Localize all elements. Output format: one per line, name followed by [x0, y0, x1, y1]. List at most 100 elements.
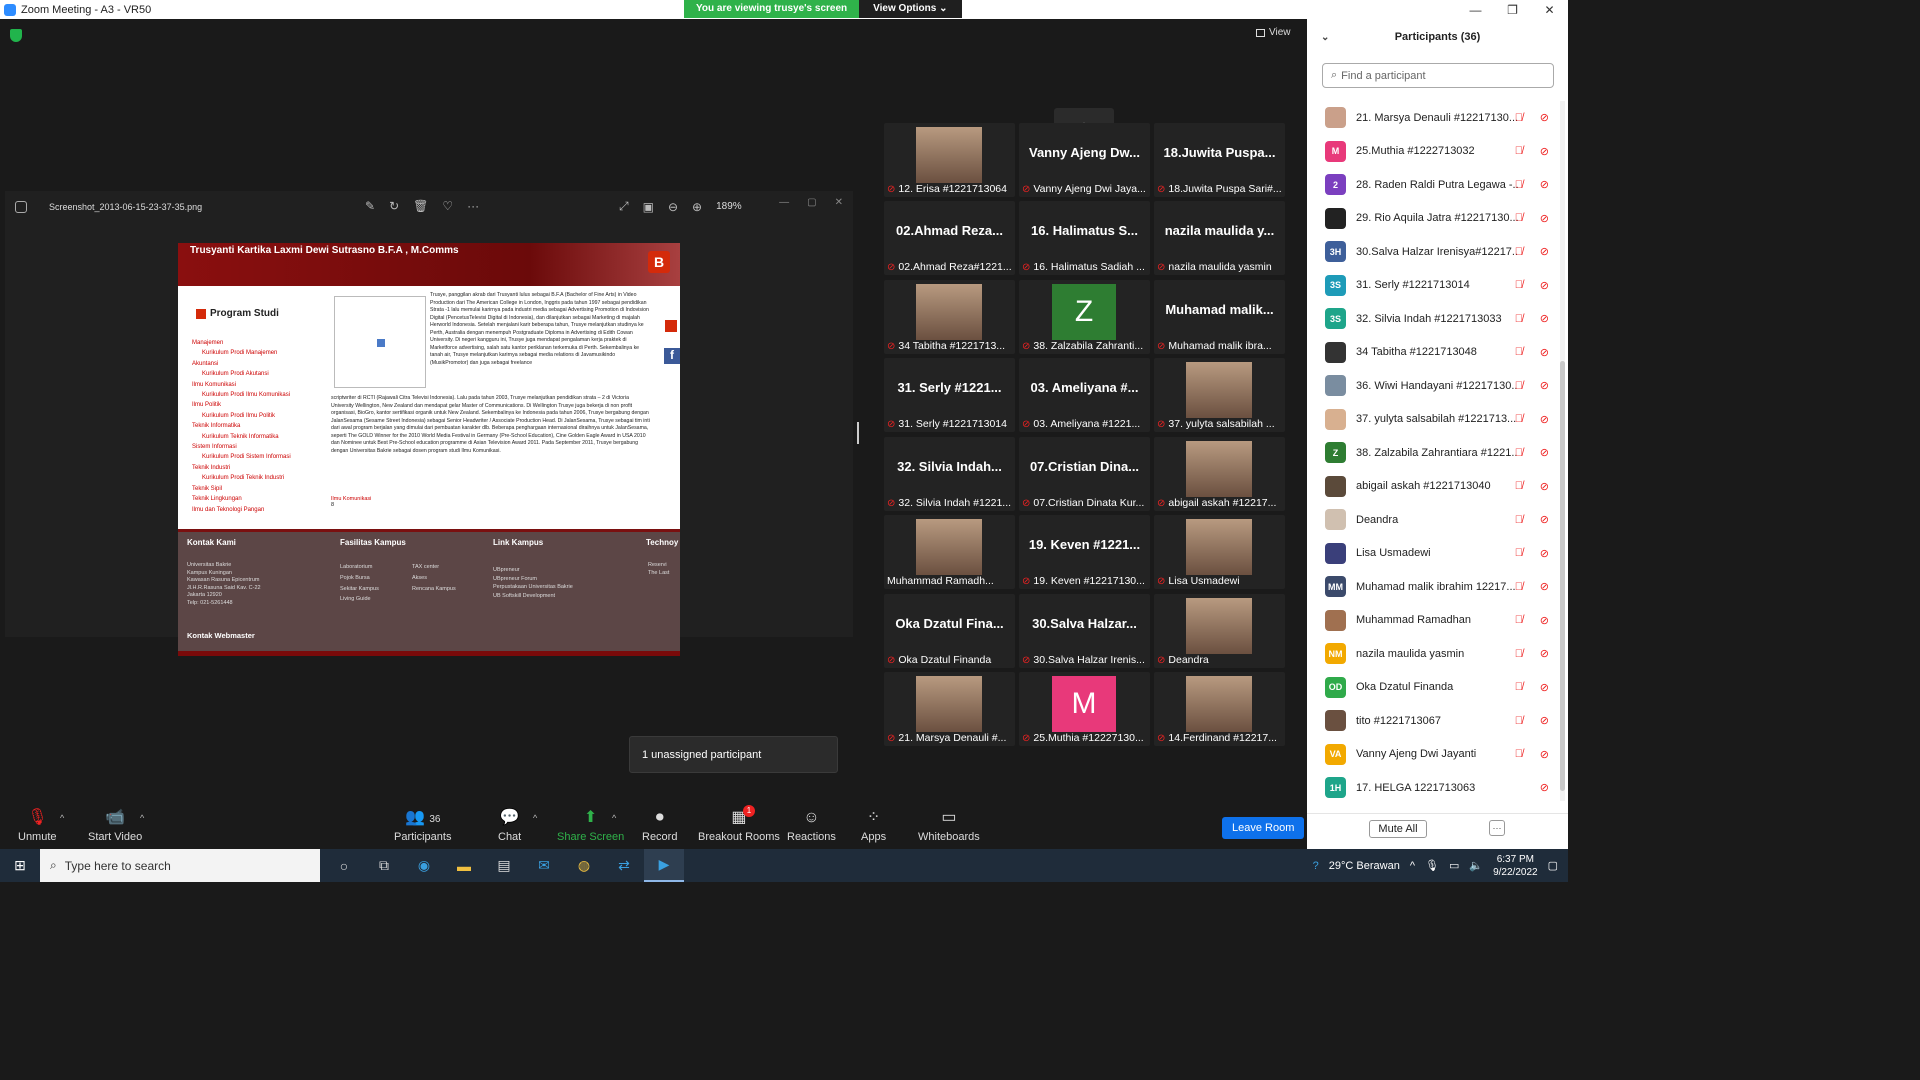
weather-widget[interactable]: 29°C Berawan	[1329, 860, 1400, 872]
links-item[interactable]: Perpustakaan Universitas Bakrie	[493, 583, 573, 592]
rotate-icon[interactable]: ↻	[389, 199, 399, 213]
participant-row[interactable]: Muhammad Ramadhan 🎙̸ ⊘	[1307, 604, 1555, 638]
split-view-handle[interactable]	[857, 422, 859, 444]
notifications-icon[interactable]: ▢	[1548, 859, 1558, 872]
file-explorer-icon[interactable]: ▬	[444, 849, 484, 882]
participant-video-tile[interactable]: Muhammad Ramadh...	[884, 515, 1015, 589]
taskbar-search-box[interactable]: ⌕ Type here to search	[40, 849, 320, 882]
program-item[interactable]: Ilmu Politik	[192, 400, 291, 410]
participant-video-tile[interactable]: 03. Ameliyana #... ⊘ 03. Ameliyana #1221..…	[1019, 358, 1150, 432]
fas-b-item[interactable]: TAX center	[412, 562, 456, 573]
more-icon[interactable]: ···	[467, 199, 479, 213]
participant-video-tile[interactable]: M ⊘ 25.Muthia #12227130...	[1019, 672, 1150, 746]
zoom-out-icon[interactable]: ⊖	[668, 200, 678, 214]
kontak-lines-item[interactable]: Jakarta 12920	[187, 592, 261, 600]
participant-row[interactable]: 29. Rio Aquila Jatra #12217130... 🎙̸ ⊘	[1307, 202, 1555, 236]
participant-row[interactable]: M 25.Muthia #1222713032 🎙̸ ⊘	[1307, 135, 1555, 169]
fas-a-item[interactable]: Sekitar Kampus	[340, 584, 379, 595]
edit-icon[interactable]: ✎	[365, 199, 375, 213]
program-item[interactable]: Teknik Informatika	[192, 421, 291, 431]
participant-video-tile[interactable]: 07.Cristian Dina... ⊘ 07.Cristian Dinata K…	[1019, 437, 1150, 511]
participant-row[interactable]: 3H 30.Salva Halzar Irenisya#12217... 🎙̸ ⊘	[1307, 235, 1555, 269]
unassigned-participant-notice[interactable]: 1 unassigned participant	[629, 736, 838, 773]
help-icon[interactable]: ?	[1313, 860, 1319, 872]
participant-row[interactable]: Deandra 🎙̸ ⊘	[1307, 503, 1555, 537]
program-item[interactable]: Akuntansi	[192, 359, 291, 369]
find-participant-input[interactable]: ⌕ Find a participant	[1322, 63, 1554, 88]
participant-video-tile[interactable]: ⊘ 21. Marsya Denauli #...	[884, 672, 1015, 746]
zoom-taskbar-icon[interactable]: ▶	[644, 849, 684, 882]
pv-minimize-icon[interactable]: —	[779, 197, 789, 208]
collapse-chevron-icon[interactable]: ⌄	[1321, 32, 1329, 43]
participant-row[interactable]: tito #1221713067 🎙̸ ⊘	[1307, 704, 1555, 738]
program-item[interactable]: Teknik Lingkungan	[192, 494, 291, 504]
view-button[interactable]: View	[1256, 27, 1291, 38]
participant-video-tile[interactable]: ⊘ 14.Ferdinand #12217...	[1154, 672, 1285, 746]
tray-overflow-icon[interactable]: ^	[1410, 860, 1415, 872]
participant-video-tile[interactable]: ⊘ abigail askah #12217...	[1154, 437, 1285, 511]
kontak-lines-item[interactable]: Jl.H.R.Rasuna Said Kav. C-22	[187, 585, 261, 593]
pv-close-icon[interactable]: ✕	[835, 197, 843, 208]
participant-video-tile[interactable]: 31. Serly #1221... ⊘ 31. Serly #1221713014	[884, 358, 1015, 432]
techno-item[interactable]: Reservi	[648, 562, 669, 570]
participants-button[interactable]: 👥 36 Participants	[394, 809, 451, 843]
encryption-shield-icon[interactable]	[10, 29, 22, 42]
mute-all-button[interactable]: Mute All	[1369, 820, 1427, 838]
microphone-tray-icon[interactable]: 🎙	[1425, 859, 1439, 872]
audio-options-caret[interactable]: ^	[60, 813, 64, 823]
links-item[interactable]: UBpreneur	[493, 566, 573, 575]
program-item[interactable]: Kurikulum Teknik Informatika	[192, 432, 291, 442]
participant-row[interactable]: VA Vanny Ajeng Dwi Jayanti 🎙̸ ⊘	[1307, 738, 1555, 772]
unmute-button[interactable]: 🎙 Unmute	[18, 809, 57, 843]
program-item[interactable]: Kurikulum Prodi Akutansi	[192, 369, 291, 379]
fas-b-item[interactable]: Rencana Kampus	[412, 584, 456, 595]
program-item[interactable]: Teknik Industri	[192, 463, 291, 473]
participant-row[interactable]: 37. yulyta salsabilah #1221713... 🎙̸ ⊘	[1307, 403, 1555, 437]
chat-button[interactable]: 💬 Chat	[498, 809, 521, 843]
windows-start-icon[interactable]: ⊞	[0, 849, 40, 882]
program-item[interactable]: Kurikulum Prodi Sistem Informasi	[192, 452, 291, 462]
favorite-icon[interactable]: ♡	[442, 199, 453, 213]
participant-list-scrollbar[interactable]	[1560, 101, 1565, 801]
participant-video-tile[interactable]: ⊘ Lisa Usmadewi	[1154, 515, 1285, 589]
links-item[interactable]: UB Softskill Development	[493, 592, 573, 601]
record-button[interactable]: ⏺ Record	[642, 809, 677, 843]
participant-row[interactable]: Lisa Usmadewi 🎙̸ ⊘	[1307, 537, 1555, 571]
kontak-lines-item[interactable]: Universitas Bakrie	[187, 562, 261, 570]
breakout-rooms-button[interactable]: ▦ 1 Breakout Rooms	[698, 805, 780, 843]
participant-row[interactable]: 34 Tabitha #1221713048 🎙̸ ⊘	[1307, 336, 1555, 370]
mail-icon[interactable]: ✉	[524, 849, 564, 882]
participant-row[interactable]: 3S 32. Silvia Indah #1221713033 🎙̸ ⊘	[1307, 302, 1555, 336]
participant-row[interactable]: 1H 17. HELGA 1221713063 ⊘	[1307, 771, 1555, 805]
view-options-button[interactable]: View Options ⌄	[859, 0, 962, 18]
participant-video-tile[interactable]: Z ⊘ 38. Zalzabila Zahranti...	[1019, 280, 1150, 354]
start-video-button[interactable]: 📹 Start Video	[88, 809, 142, 843]
scrollbar-thumb[interactable]	[1560, 361, 1565, 791]
maximize-icon[interactable]: ❐	[1494, 0, 1531, 19]
program-item[interactable]: Ilmu Komunikasi	[192, 380, 291, 390]
whiteboards-button[interactable]: ▭ Whiteboards	[918, 809, 980, 843]
fit-icon[interactable]: ▣	[643, 200, 654, 214]
volume-icon[interactable]: 🔈	[1469, 859, 1483, 872]
participant-video-tile[interactable]: 32. Silvia Indah... ⊘ 32. Silvia Indah #12…	[884, 437, 1015, 511]
kontak-lines-item[interactable]: Telp: 021-5261448	[187, 600, 261, 608]
share-options-caret[interactable]: ^	[612, 813, 616, 823]
leave-room-button[interactable]: Leave Room	[1222, 817, 1305, 839]
video-options-caret[interactable]: ^	[140, 813, 144, 823]
program-item[interactable]: Sistem Informasi	[192, 442, 291, 452]
more-options-button[interactable]: ···	[1489, 820, 1505, 836]
pv-maximize-icon[interactable]: ▢	[807, 197, 816, 208]
program-item[interactable]: Kurikulum Prodi Manajemen	[192, 348, 291, 358]
participant-video-tile[interactable]: Muhamad malik... ⊘ Muhamad malik ibra...	[1154, 280, 1285, 354]
links-item[interactable]: UBpreneur Forum	[493, 575, 573, 584]
clock[interactable]: 6:37 PM 9/22/2022	[1493, 853, 1538, 879]
program-item[interactable]: Kurikulum Prodi Ilmu Politik	[192, 411, 291, 421]
edge-icon[interactable]: ◉	[404, 849, 444, 882]
close-icon[interactable]: ✕	[1531, 0, 1568, 19]
chat-options-caret[interactable]: ^	[533, 813, 537, 823]
participant-row[interactable]: abigail askah #1221713040 🎙̸ ⊘	[1307, 470, 1555, 504]
minimize-icon[interactable]: —	[1457, 0, 1494, 19]
fas-a-item[interactable]: Pojok Bursa	[340, 573, 379, 584]
participant-video-tile[interactable]: 18.Juwita Puspa... ⊘ 18.Juwita Puspa Sari#…	[1154, 123, 1285, 197]
facebook-icon[interactable]: f	[664, 348, 680, 364]
